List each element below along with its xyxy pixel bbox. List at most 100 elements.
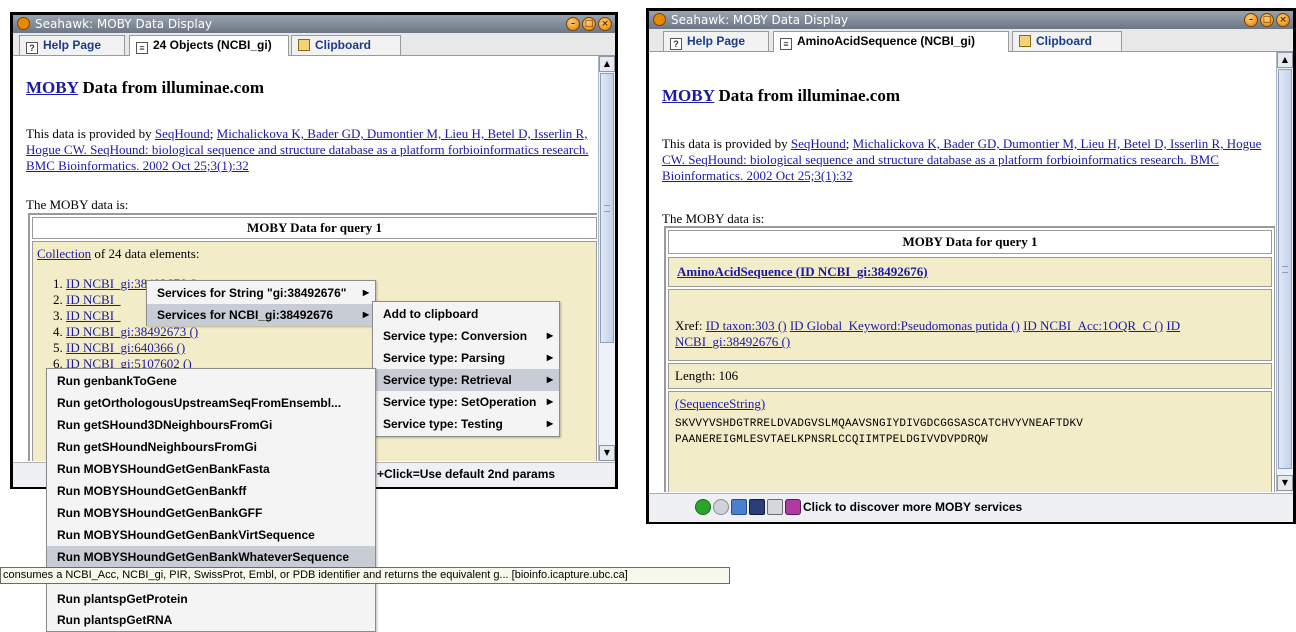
- discover-services-text[interactable]: Click to discover more MOBY services: [803, 500, 1022, 514]
- moby-services-icon[interactable]: [785, 499, 801, 515]
- menu-item-run-service[interactable]: Run MOBYSHoundGetGenBankFasta: [47, 458, 375, 480]
- tab-help-page[interactable]: ? Help Page: [663, 31, 769, 51]
- app-icon: [653, 13, 666, 26]
- menu-item-run-service[interactable]: Run getOrthologousUpstreamSeqFromEnsembl…: [47, 392, 375, 414]
- scroll-down-arrow-icon[interactable]: ▼: [599, 445, 615, 461]
- back-arrow-icon[interactable]: [695, 499, 711, 515]
- left-vertical-scrollbar[interactable]: ▲ ▼: [598, 56, 615, 461]
- menu-item-run-service[interactable]: Run MOBYSHoundGetGenBankVirtSequence: [47, 524, 375, 546]
- sequence-string-cell: (SequenceString) SKVVYVSHDGTRRELDVADGVSL…: [668, 391, 1272, 492]
- left-window-title: Seahawk: MOBY Data Display: [35, 17, 213, 31]
- right-window-title: Seahawk: MOBY Data Display: [671, 13, 849, 27]
- moby-link[interactable]: MOBY: [26, 78, 78, 97]
- menu-item-setoperation[interactable]: Service type: SetOperation ▶: [373, 391, 559, 413]
- services-context-menu: Services for String "gi:38492676" ▶ Servi…: [146, 280, 376, 326]
- right-tab-bar: ? Help Page ≡ AminoAcidSequence (NCBI_gi) …: [649, 29, 1293, 52]
- xref-link[interactable]: ID taxon:303 (): [706, 318, 787, 333]
- minimize-button[interactable]: –: [566, 17, 580, 31]
- maximize-button[interactable]: □: [1260, 13, 1274, 27]
- sequence-title-cell: AminoAcidSequence (ID NCBI_gi:38492676): [668, 257, 1272, 287]
- menu-item-run-service[interactable]: Run genbankToGene: [47, 370, 375, 392]
- document-icon: ≡: [780, 38, 792, 50]
- close-button[interactable]: ×: [598, 17, 612, 31]
- right-status-bar: Click to discover more MOBY services: [649, 493, 1293, 522]
- menu-item-parsing[interactable]: Service type: Parsing ▶: [373, 347, 559, 369]
- app-icon: [17, 17, 30, 30]
- retrieval-services-menu: Run genbankToGene Run getOrthologousUpst…: [46, 368, 376, 632]
- list-item: 4. ID NCBI_gi:38492673 (): [53, 324, 199, 339]
- print-icon[interactable]: [767, 499, 783, 515]
- submenu-arrow-icon: ▶: [546, 331, 553, 340]
- menu-item-services-for-string[interactable]: Services for String "gi:38492676" ▶: [147, 282, 375, 304]
- menu-item-run-service[interactable]: Run MOBYSHoundGetGenBankGFF: [47, 502, 375, 524]
- page-title: MOBY Data from illuminae.com: [662, 86, 900, 105]
- forward-arrow-icon[interactable]: [713, 499, 729, 515]
- query-table: MOBY Data for query 1 AminoAcidSequence …: [664, 226, 1275, 492]
- data-is-label: The MOBY data is:: [662, 211, 765, 226]
- left-title-bar[interactable]: Seahawk: MOBY Data Display – □ ×: [13, 15, 615, 33]
- query-table-header: MOBY Data for query 1: [668, 230, 1272, 254]
- menu-item-run-service[interactable]: Run plantspGetProtein: [47, 588, 375, 610]
- sequence-string-link[interactable]: (SequenceString): [675, 396, 765, 412]
- tab-clipboard[interactable]: Clipboard: [291, 35, 401, 55]
- sequence-title-link[interactable]: AminoAcidSequence (ID NCBI_gi:38492676): [677, 264, 928, 280]
- left-tab-bar: ? Help Page ≡ 24 Objects (NCBI_gi) Clipboa…: [13, 33, 615, 56]
- submenu-arrow-icon: ▶: [546, 375, 553, 384]
- right-content-area: MOBY Data from illuminae.com This data i…: [649, 52, 1275, 492]
- provider-paragraph: This data is provided by SeqHound; Micha…: [26, 126, 589, 173]
- document-icon: ≡: [136, 42, 148, 54]
- length-value: Length: 106: [675, 368, 739, 383]
- close-button[interactable]: ×: [1276, 13, 1290, 27]
- xref-list: Xref: ID taxon:303 () ID Global_Keyword:…: [675, 318, 1181, 349]
- menu-item-conversion[interactable]: Service type: Conversion ▶: [373, 325, 559, 347]
- save-icon[interactable]: [749, 499, 765, 515]
- menu-item-run-service[interactable]: Run MOBYSHoundGetGenBankff: [47, 480, 375, 502]
- xref-link[interactable]: ID NCBI_Acc:1OQR_C (): [1023, 318, 1163, 333]
- right-vertical-scrollbar[interactable]: ▲ ▼: [1276, 52, 1293, 492]
- seqhound-link[interactable]: SeqHound: [155, 126, 210, 141]
- collection-link[interactable]: Collection: [37, 246, 91, 261]
- scroll-up-arrow-icon[interactable]: ▲: [1277, 52, 1293, 68]
- right-seahawk-window: Seahawk: MOBY Data Display – □ × ? Help P…: [646, 8, 1296, 524]
- navigation-toolbar: Click to discover more MOBY services: [695, 499, 1022, 515]
- length-cell: Length: 106: [668, 363, 1272, 389]
- xref-link[interactable]: ID Global_Keyword:Pseudomonas putida (): [790, 318, 1020, 333]
- tab-help-page[interactable]: ? Help Page: [19, 35, 125, 55]
- clipboard-icon: [1019, 35, 1031, 47]
- scroll-down-arrow-icon[interactable]: ▼: [1277, 475, 1293, 491]
- seqhound-link[interactable]: SeqHound: [791, 136, 846, 151]
- open-folder-icon[interactable]: [731, 499, 747, 515]
- xref-cell: Xref: ID taxon:303 () ID Global_Keyword:…: [668, 289, 1272, 361]
- tab-clipboard[interactable]: Clipboard: [1012, 31, 1122, 51]
- scroll-thumb[interactable]: [600, 73, 614, 343]
- submenu-arrow-icon: ▶: [546, 397, 553, 406]
- menu-item-services-for-ncbi-gi[interactable]: Services for NCBI_gi:38492676 ▶: [147, 304, 375, 326]
- tab-amino-acid-sequence[interactable]: ≡ AminoAcidSequence (NCBI_gi): [773, 31, 1009, 52]
- submenu-arrow-icon: ▶: [362, 310, 369, 319]
- menu-item-retrieval[interactable]: Service type: Retrieval ▶: [373, 369, 559, 391]
- query-table-header: MOBY Data for query 1: [32, 217, 597, 239]
- maximize-button[interactable]: □: [582, 17, 596, 31]
- provider-paragraph: This data is provided by SeqHound; Micha…: [662, 136, 1262, 183]
- collection-label: Collection of 24 data elements:: [37, 246, 200, 261]
- menu-item-testing[interactable]: Service type: Testing ▶: [373, 413, 559, 435]
- minimize-button[interactable]: –: [1244, 13, 1258, 27]
- list-item: 5. ID NCBI_gi:640366 (): [53, 340, 186, 355]
- menu-item-run-service-selected[interactable]: Run MOBYSHoundGetGenBankWhateverSequence: [47, 546, 375, 568]
- menu-item-run-service[interactable]: Run plantspGetRNA: [47, 609, 375, 631]
- submenu-arrow-icon: ▶: [362, 288, 369, 297]
- menu-item-run-service[interactable]: Run getSHound3DNeighboursFromGi: [47, 414, 375, 436]
- menu-item-add-to-clipboard[interactable]: Add to clipboard: [373, 303, 559, 325]
- scroll-thumb[interactable]: [1278, 69, 1292, 469]
- tab-objects[interactable]: ≡ 24 Objects (NCBI_gi): [129, 35, 289, 56]
- service-description-tooltip: consumes a NCBI_Acc, NCBI_gi, PIR, Swiss…: [0, 567, 730, 584]
- scroll-up-arrow-icon[interactable]: ▲: [599, 56, 615, 72]
- right-title-bar[interactable]: Seahawk: MOBY Data Display – □ ×: [649, 11, 1293, 29]
- menu-item-run-service[interactable]: Run getSHoundNeighboursFromGi: [47, 436, 375, 458]
- help-icon: ?: [26, 42, 38, 54]
- moby-link[interactable]: MOBY: [662, 86, 714, 105]
- submenu-arrow-icon: ▶: [546, 419, 553, 428]
- page-title: MOBY Data from illuminae.com: [26, 78, 264, 97]
- sequence-text: SKVVYVSHDGTRRELDVADGVSLMQAAVSNGIYDIVGDCG…: [675, 418, 1084, 446]
- status-hint: trl+Click=Use default 2nd params: [365, 467, 556, 481]
